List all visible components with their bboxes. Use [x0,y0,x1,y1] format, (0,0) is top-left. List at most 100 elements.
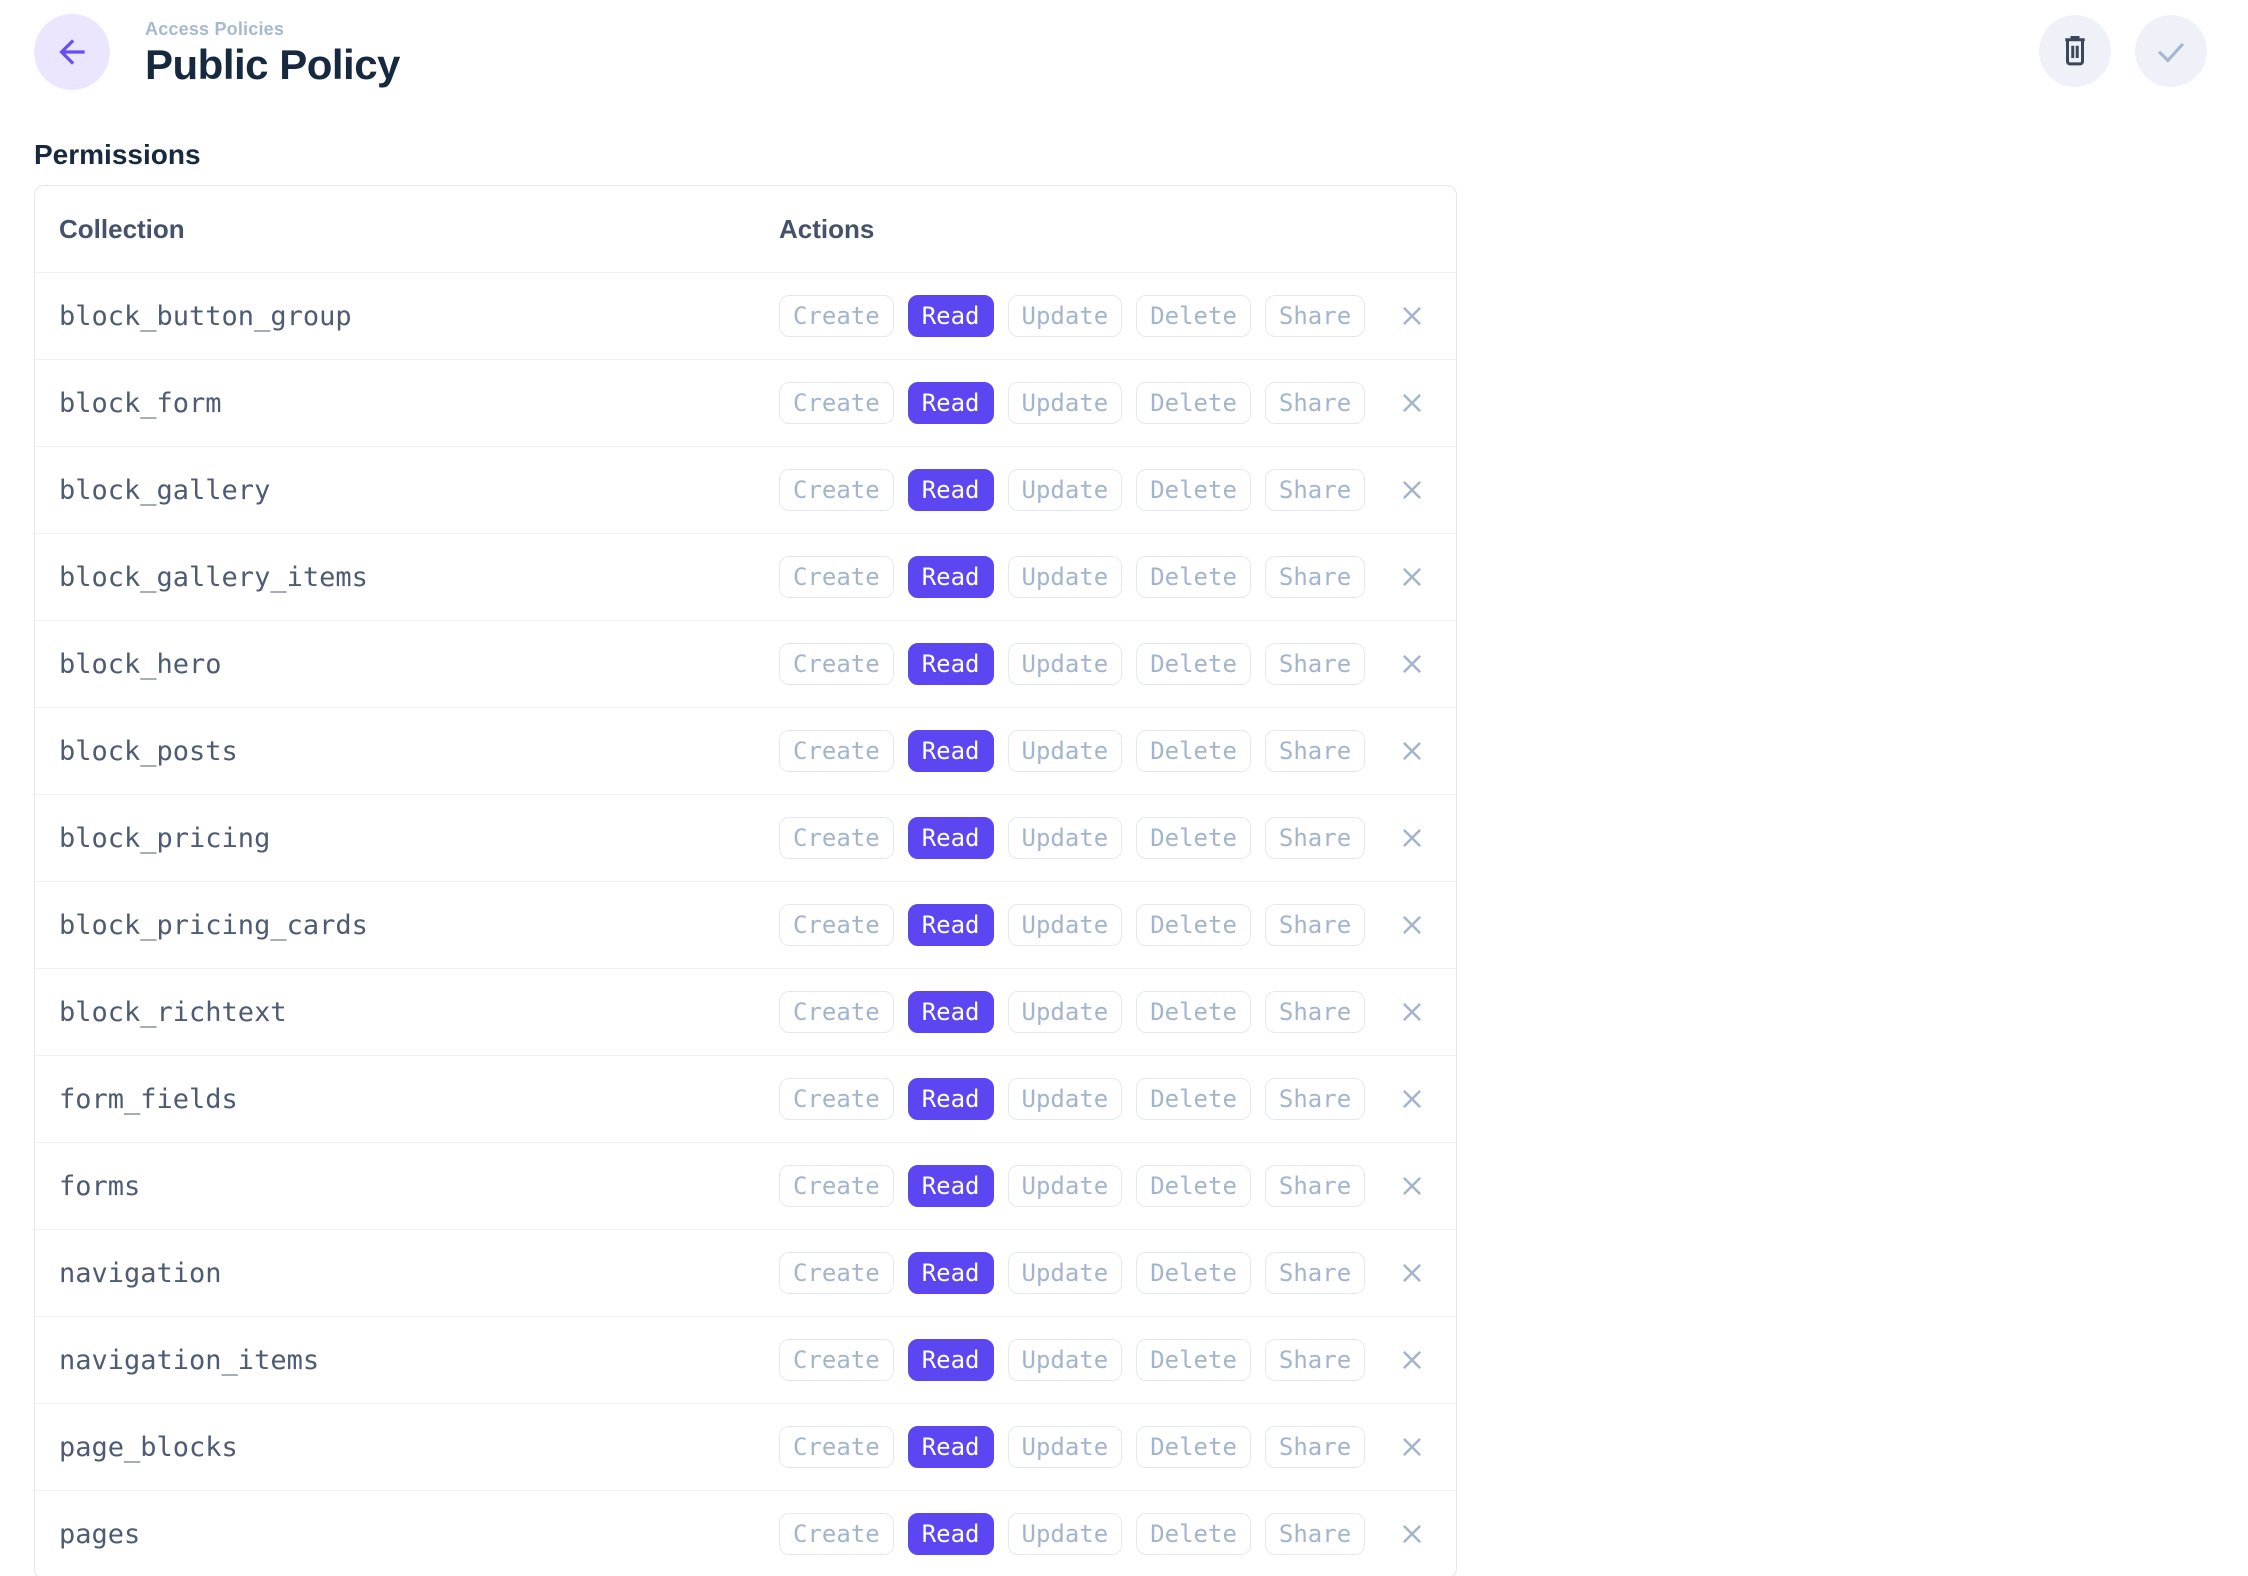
action-read-button[interactable]: Read [908,469,994,511]
action-create-button[interactable]: Create [779,1339,894,1381]
action-update-button[interactable]: Update [1008,904,1123,946]
table-body: block_button_groupCreateReadUpdateDelete… [35,273,1456,1576]
action-share-button[interactable]: Share [1265,1078,1365,1120]
action-share-button[interactable]: Share [1265,1252,1365,1294]
action-update-button[interactable]: Update [1008,382,1123,424]
action-delete-button[interactable]: Delete [1136,1426,1251,1468]
action-update-button[interactable]: Update [1008,730,1123,772]
remove-permission-button[interactable] [1392,296,1432,336]
action-read-button[interactable]: Read [908,991,994,1033]
action-share-button[interactable]: Share [1265,730,1365,772]
remove-permission-button[interactable] [1392,470,1432,510]
breadcrumb[interactable]: Access Policies [145,18,400,40]
remove-permission-button[interactable] [1392,992,1432,1032]
remove-permission-button[interactable] [1392,1079,1432,1119]
action-update-button[interactable]: Update [1008,817,1123,859]
action-delete-button[interactable]: Delete [1136,1078,1251,1120]
back-button[interactable] [34,14,110,90]
remove-permission-button[interactable] [1392,557,1432,597]
collection-name: block_hero [59,649,779,680]
action-delete-button[interactable]: Delete [1136,991,1251,1033]
action-update-button[interactable]: Update [1008,991,1123,1033]
action-share-button[interactable]: Share [1265,295,1365,337]
close-icon [1397,475,1427,505]
action-create-button[interactable]: Create [779,1165,894,1207]
action-update-button[interactable]: Update [1008,1513,1123,1555]
collection-name: block_pricing [59,823,779,854]
action-delete-button[interactable]: Delete [1136,295,1251,337]
action-delete-button[interactable]: Delete [1136,730,1251,772]
action-create-button[interactable]: Create [779,1078,894,1120]
action-create-button[interactable]: Create [779,556,894,598]
remove-permission-button[interactable] [1392,731,1432,771]
action-read-button[interactable]: Read [908,817,994,859]
action-create-button[interactable]: Create [779,730,894,772]
action-delete-button[interactable]: Delete [1136,643,1251,685]
action-delete-button[interactable]: Delete [1136,556,1251,598]
remove-permission-button[interactable] [1392,1340,1432,1380]
action-update-button[interactable]: Update [1008,469,1123,511]
action-update-button[interactable]: Update [1008,295,1123,337]
save-button[interactable] [2135,15,2207,87]
action-share-button[interactable]: Share [1265,904,1365,946]
delete-policy-button[interactable] [2039,15,2111,87]
action-read-button[interactable]: Read [908,730,994,772]
action-create-button[interactable]: Create [779,643,894,685]
action-read-button[interactable]: Read [908,1339,994,1381]
action-share-button[interactable]: Share [1265,1513,1365,1555]
action-create-button[interactable]: Create [779,382,894,424]
action-read-button[interactable]: Read [908,1165,994,1207]
action-share-button[interactable]: Share [1265,469,1365,511]
action-read-button[interactable]: Read [908,1513,994,1555]
action-delete-button[interactable]: Delete [1136,817,1251,859]
action-update-button[interactable]: Update [1008,643,1123,685]
action-read-button[interactable]: Read [908,904,994,946]
remove-permission-button[interactable] [1392,1253,1432,1293]
action-create-button[interactable]: Create [779,469,894,511]
action-share-button[interactable]: Share [1265,991,1365,1033]
action-read-button[interactable]: Read [908,295,994,337]
action-create-button[interactable]: Create [779,991,894,1033]
action-share-button[interactable]: Share [1265,1426,1365,1468]
action-create-button[interactable]: Create [779,904,894,946]
action-read-button[interactable]: Read [908,643,994,685]
action-share-button[interactable]: Share [1265,1339,1365,1381]
action-delete-button[interactable]: Delete [1136,1339,1251,1381]
remove-permission-button[interactable] [1392,905,1432,945]
action-share-button[interactable]: Share [1265,1165,1365,1207]
action-read-button[interactable]: Read [908,556,994,598]
remove-permission-button[interactable] [1392,383,1432,423]
action-delete-button[interactable]: Delete [1136,382,1251,424]
action-share-button[interactable]: Share [1265,817,1365,859]
action-read-button[interactable]: Read [908,382,994,424]
action-read-button[interactable]: Read [908,1426,994,1468]
remove-permission-button[interactable] [1392,1166,1432,1206]
action-share-button[interactable]: Share [1265,382,1365,424]
permission-row: block_pricingCreate Read Update Delete Share [35,795,1456,882]
collection-name: block_pricing_cards [59,910,779,941]
remove-permission-button[interactable] [1392,644,1432,684]
action-create-button[interactable]: Create [779,295,894,337]
action-update-button[interactable]: Update [1008,1252,1123,1294]
action-update-button[interactable]: Update [1008,556,1123,598]
action-share-button[interactable]: Share [1265,643,1365,685]
action-create-button[interactable]: Create [779,1513,894,1555]
remove-permission-button[interactable] [1392,1427,1432,1467]
action-update-button[interactable]: Update [1008,1339,1123,1381]
action-delete-button[interactable]: Delete [1136,1165,1251,1207]
remove-permission-button[interactable] [1392,1514,1432,1554]
action-read-button[interactable]: Read [908,1078,994,1120]
action-delete-button[interactable]: Delete [1136,1513,1251,1555]
action-create-button[interactable]: Create [779,1426,894,1468]
action-update-button[interactable]: Update [1008,1426,1123,1468]
action-create-button[interactable]: Create [779,1252,894,1294]
action-update-button[interactable]: Update [1008,1165,1123,1207]
action-update-button[interactable]: Update [1008,1078,1123,1120]
action-read-button[interactable]: Read [908,1252,994,1294]
action-delete-button[interactable]: Delete [1136,1252,1251,1294]
action-delete-button[interactable]: Delete [1136,469,1251,511]
action-delete-button[interactable]: Delete [1136,904,1251,946]
action-share-button[interactable]: Share [1265,556,1365,598]
action-create-button[interactable]: Create [779,817,894,859]
remove-permission-button[interactable] [1392,818,1432,858]
